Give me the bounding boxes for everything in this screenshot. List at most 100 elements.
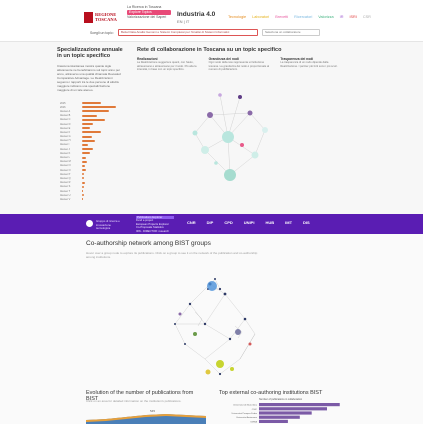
specialization-row-label: Ateneo F (60, 130, 71, 134)
bist-banner: Gruppo di ricerca e innovazione tecnolog… (0, 214, 423, 234)
specialization-row-label: Ateneo B (60, 114, 71, 118)
menu-item[interactable]: Brevetti (275, 15, 288, 19)
menu-item[interactable]: Laboratori (252, 15, 269, 19)
top-institution-label: ICREA (250, 420, 257, 423)
main-menu: Tecnologie Laboratori Brevetti Ricercatori V… (228, 15, 371, 19)
network-node[interactable] (218, 93, 222, 97)
specialization-bar (82, 118, 105, 121)
region-emblem-icon (84, 11, 93, 23)
specialization-bar (82, 194, 84, 197)
network-node[interactable] (214, 161, 218, 165)
specialization-bar (82, 139, 96, 142)
network-node[interactable] (224, 169, 236, 181)
specialization-row-label: Ateneo E (60, 126, 71, 130)
evolution-area-chart[interactable]: 545 (86, 406, 206, 424)
network-node[interactable] (262, 127, 268, 133)
partner-logo[interactable]: UNIPI (244, 220, 255, 225)
specialization-row-label: Ateneo L (60, 156, 71, 160)
specialization-row-label: Ateneo J (60, 147, 70, 151)
specialization-bar (82, 160, 87, 163)
partner-logo[interactable]: HUB (265, 220, 274, 225)
specialization-bar-list: 2015 2016 Ateneo A Ateneo B Ateneo C Ateneo D… (60, 101, 122, 202)
specialization-row-label: Ateneo R (60, 181, 71, 185)
menu-item[interactable]: Valorizza (318, 15, 333, 19)
network-node[interactable] (201, 146, 209, 154)
specialization-bar (82, 190, 84, 193)
specialization-description: Ciascuna istantanea mostra quante sigle … (57, 64, 121, 92)
partner-logo[interactable]: DIP (207, 220, 214, 225)
topic-select[interactable]: Bettel Data Analisi Genomi e Sistemi Com… (118, 29, 258, 36)
specialization-title: Specializzazione annuale in un topic spe… (57, 47, 123, 59)
top-institution-label: Universitat de Barcelona (233, 404, 258, 407)
section-nav: La Ricerca in Toscana Explore Topics Val… (127, 5, 171, 20)
specialization-bar (82, 169, 86, 172)
specialization-row[interactable]: Ateneo V (60, 197, 122, 201)
specialization-bar (82, 110, 109, 113)
specialization-bar (82, 143, 88, 146)
coauthorship-description: Hover over a group node to explore its p… (86, 251, 258, 259)
network-node[interactable] (251, 151, 259, 159)
network-node[interactable] (240, 143, 244, 147)
network-node[interactable] (238, 95, 242, 99)
bist-logo-text: Gruppo di ricerca e innovazione tecnolog… (96, 219, 120, 230)
specialization-row-label: Ateneo D (60, 122, 71, 126)
top-chart-subtitle: Number of publications in collaboration (259, 398, 303, 401)
top-institution-bar[interactable] (259, 415, 300, 419)
language-switch[interactable]: EN | IT (177, 19, 189, 24)
network-node[interactable] (222, 131, 234, 143)
banner-menu-item[interactable]: IRN - DIRECTOR: research (136, 230, 174, 233)
specialization-bar (82, 181, 85, 184)
network-title: Rete di collaborazione in Toscana su un … (137, 47, 282, 53)
nav-item-valorizzazione[interactable]: Valorizzazione dei Saperi (127, 15, 171, 20)
bist-logo-icon[interactable] (86, 220, 93, 227)
collaboration-network-graph[interactable] (180, 85, 280, 190)
menu-item[interactable]: CSR (363, 15, 371, 19)
menu-item[interactable]: IR (340, 15, 344, 19)
menu-item[interactable]: Ricercatori (294, 15, 312, 19)
regione-toscana-logo[interactable]: REGIONE TOSCANA (84, 6, 120, 28)
specialization-row-label: Ateneo A (60, 109, 71, 113)
top-institution-bar[interactable] (259, 411, 312, 415)
network-node[interactable] (230, 367, 234, 371)
specialization-row-label: Ateneo M (60, 160, 71, 164)
specialization-row-label: Ateneo G (60, 135, 71, 139)
network-node[interactable] (216, 360, 224, 368)
network-node[interactable] (247, 110, 253, 116)
menu-item[interactable]: Tecnologie (228, 15, 246, 19)
network-node[interactable] (205, 369, 211, 375)
network-node[interactable] (207, 281, 217, 291)
specialization-bar (82, 131, 101, 134)
topic-search-label: Scegli un topic: (90, 31, 114, 35)
specialization-bar (82, 127, 90, 130)
network-node[interactable] (248, 342, 252, 346)
network-node[interactable] (235, 329, 241, 335)
menu-item[interactable]: ISRI (349, 15, 356, 19)
network-node[interactable] (192, 130, 198, 136)
network-node[interactable] (207, 112, 213, 118)
coauthorship-section: Co-authorship network among BIST groups … (0, 234, 423, 424)
specialization-row-label: Ateneo U (60, 193, 71, 197)
partner-logo[interactable]: IMT (285, 220, 292, 225)
specialization-bar (82, 135, 92, 138)
partner-logo[interactable]: DIS (303, 220, 310, 225)
site-title: Industria 4.0 (177, 11, 216, 18)
specialization-row-label: Ateneo O (60, 168, 71, 172)
specialization-bar (82, 148, 94, 151)
partner-logo[interactable]: CPD (224, 220, 232, 225)
top-institution-bar[interactable] (259, 419, 288, 423)
top-institutions-bar-chart[interactable]: Number of publications in collaboration … (219, 397, 349, 424)
coauthorship-network-graph[interactable] (150, 264, 300, 399)
top-institution-label: Universitat Autonoma (236, 416, 258, 419)
top-institution-bar[interactable] (259, 403, 340, 407)
coauthorship-title: Co-authorship network among BIST groups (86, 240, 211, 247)
network-node[interactable] (193, 332, 197, 336)
top-institution-bar[interactable] (259, 407, 327, 411)
top-institution-label: CSIC (252, 409, 258, 411)
network-legend-columns: Realizzazioni La Realizzazione suggerisc… (137, 57, 342, 72)
network-node[interactable] (178, 312, 182, 316)
specialization-bar (82, 123, 94, 126)
partner-logo[interactable]: CNR (187, 220, 196, 225)
specialization-bar (82, 198, 83, 201)
collaborator-select[interactable]: Seleziona un collaboratore (262, 29, 320, 36)
specialization-row-label: Ateneo P (60, 172, 71, 176)
